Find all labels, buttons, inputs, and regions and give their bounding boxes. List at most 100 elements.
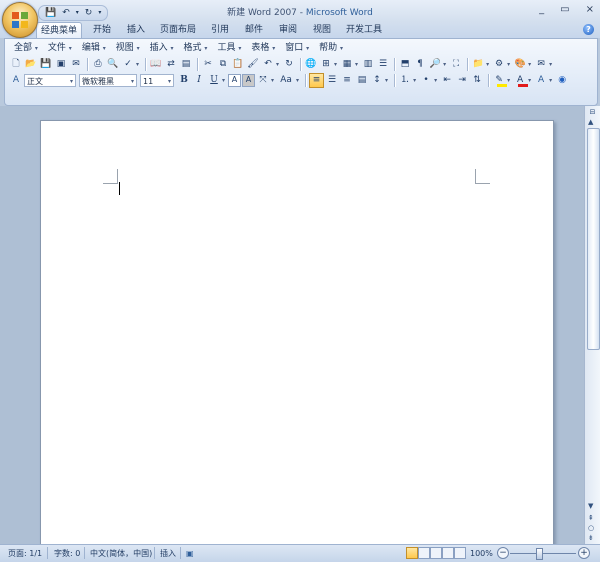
character-shading-button[interactable]: A bbox=[242, 73, 256, 87]
menu-file[interactable]: 文件 ▾ bbox=[43, 41, 77, 55]
chevron-down-icon[interactable]: ▾ bbox=[222, 77, 225, 84]
folder-icon[interactable]: 📁 bbox=[471, 57, 485, 71]
help-icon[interactable]: ? bbox=[583, 24, 594, 35]
style-select[interactable]: 正文 ▾ bbox=[24, 73, 76, 87]
permission-icon[interactable]: ▣ bbox=[54, 57, 68, 71]
email-icon[interactable]: ✉ bbox=[69, 57, 83, 71]
underline-button[interactable]: U bbox=[207, 73, 221, 87]
language-indicator[interactable]: 中文(简体，中国) bbox=[90, 548, 152, 559]
font-select[interactable]: 微软雅黑 ▾ bbox=[79, 73, 137, 87]
chevron-down-icon[interactable]: ▾ bbox=[486, 61, 489, 68]
show-hide-icon[interactable]: ¶ bbox=[413, 57, 427, 71]
open-folder-icon[interactable]: 📂 bbox=[24, 57, 38, 71]
zoom-icon[interactable]: 🔎 bbox=[428, 57, 442, 71]
menu-insert[interactable]: 插入 ▾ bbox=[145, 41, 179, 55]
tab-review[interactable]: 审阅 bbox=[274, 23, 302, 37]
menu-all[interactable]: 全部 ▾ bbox=[9, 41, 43, 55]
copy-icon[interactable]: ⧉ bbox=[216, 57, 230, 71]
print-icon[interactable]: ⎙ bbox=[91, 57, 105, 71]
character-scaling-icon[interactable]: ⤧ bbox=[256, 73, 270, 87]
tab-mailings[interactable]: 邮件 bbox=[240, 23, 268, 37]
chevron-down-icon[interactable]: ▾ bbox=[413, 77, 416, 84]
scroll-thumb[interactable] bbox=[587, 128, 600, 350]
align-left-icon[interactable]: ≡ bbox=[309, 72, 325, 88]
line-spacing-icon[interactable]: ↕ bbox=[370, 73, 384, 87]
close-button[interactable]: × bbox=[586, 4, 594, 15]
columns-icon[interactable]: ▥ bbox=[361, 57, 375, 71]
word-count[interactable]: 字数: 0 bbox=[54, 548, 80, 559]
insert-table-icon[interactable]: ⊞ bbox=[319, 57, 333, 71]
undo-icon[interactable]: ↶ bbox=[261, 57, 275, 71]
menu-help[interactable]: 帮助 ▾ bbox=[314, 41, 348, 55]
decrease-indent-icon[interactable]: ⇤ bbox=[440, 73, 454, 87]
print-layout-view-button[interactable] bbox=[406, 547, 418, 559]
drawing-icon[interactable]: ⬒ bbox=[398, 57, 412, 71]
restore-button[interactable]: ▭ bbox=[560, 4, 569, 15]
research-icon[interactable]: 📖 bbox=[149, 57, 163, 71]
draft-view-button[interactable] bbox=[454, 547, 466, 559]
minimize-button[interactable]: _ bbox=[539, 4, 544, 15]
menu-view[interactable]: 视图 ▾ bbox=[111, 41, 145, 55]
spelling-icon[interactable]: ✓ bbox=[121, 57, 135, 71]
full-screen-reading-view-button[interactable] bbox=[418, 547, 430, 559]
table-draw-icon[interactable]: ▦ bbox=[340, 57, 354, 71]
new-document-icon[interactable]: 🗋 bbox=[9, 57, 23, 71]
chevron-down-icon[interactable]: ▾ bbox=[434, 77, 437, 84]
bold-button[interactable]: B bbox=[177, 73, 191, 87]
font-size-select[interactable]: 11 ▾ bbox=[140, 73, 174, 87]
tab-references[interactable]: 引用 bbox=[206, 23, 234, 37]
zoom-in-button[interactable]: + bbox=[578, 547, 590, 559]
help-circle-icon[interactable]: ◉ bbox=[555, 73, 569, 87]
document-page[interactable] bbox=[40, 120, 554, 544]
chevron-down-icon[interactable]: ▾ bbox=[443, 61, 446, 68]
page-count[interactable]: 页面: 1/1 bbox=[8, 548, 42, 559]
chevron-down-icon[interactable]: ▾ bbox=[271, 77, 274, 84]
styles-icon[interactable]: A bbox=[9, 73, 23, 87]
print-preview-icon[interactable]: 🔍 bbox=[106, 57, 120, 71]
tab-home[interactable]: 开始 bbox=[88, 23, 116, 37]
zoom-slider-track[interactable] bbox=[510, 553, 576, 554]
web-layout-view-button[interactable] bbox=[430, 547, 442, 559]
translate-icon[interactable]: ⇄ bbox=[164, 57, 178, 71]
chevron-down-icon[interactable]: ▾ bbox=[276, 61, 279, 68]
browse-object-icon[interactable]: ○ bbox=[588, 524, 594, 532]
insert-mode[interactable]: 插入 bbox=[160, 548, 176, 559]
menu-tools[interactable]: 工具 ▾ bbox=[212, 41, 246, 55]
character-border-button[interactable]: A bbox=[228, 73, 242, 87]
redo-icon[interactable]: ↻ bbox=[282, 57, 296, 71]
chevron-down-icon[interactable]: ▾ bbox=[385, 77, 388, 84]
office-button[interactable] bbox=[2, 2, 38, 38]
theme-icon[interactable]: 🎨 bbox=[513, 57, 527, 71]
chevron-down-icon[interactable]: ▾ bbox=[528, 77, 531, 84]
previous-page-icon[interactable]: ⇞ bbox=[588, 514, 594, 522]
bullets-icon[interactable]: • bbox=[419, 73, 433, 87]
chevron-down-icon[interactable]: ▾ bbox=[296, 77, 299, 84]
next-page-icon[interactable]: ⇟ bbox=[588, 534, 594, 542]
increase-indent-icon[interactable]: ⇥ bbox=[455, 73, 469, 87]
justify-icon[interactable]: ▤ bbox=[355, 73, 369, 87]
tab-insert[interactable]: 插入 bbox=[122, 23, 150, 37]
full-screen-icon[interactable]: ⛶ bbox=[449, 57, 463, 71]
settings-icon[interactable]: ⚙ bbox=[492, 57, 506, 71]
text-box-icon[interactable]: ☰ bbox=[376, 57, 390, 71]
change-case-button[interactable]: Aa bbox=[277, 73, 295, 87]
menu-window[interactable]: 窗口 ▾ bbox=[280, 41, 314, 55]
text-effects-icon[interactable]: A bbox=[534, 73, 548, 87]
chevron-down-icon[interactable]: ▾ bbox=[528, 61, 531, 68]
align-center-icon[interactable]: ☰ bbox=[325, 73, 339, 87]
chevron-down-icon[interactable]: ▾ bbox=[549, 61, 552, 68]
zoom-slider-knob[interactable] bbox=[536, 548, 543, 560]
tab-page-layout[interactable]: 页面布局 bbox=[156, 23, 200, 37]
mail-merge-icon[interactable]: ✉ bbox=[534, 57, 548, 71]
chevron-down-icon[interactable]: ▾ bbox=[355, 61, 358, 68]
cut-icon[interactable]: ✂ bbox=[201, 57, 215, 71]
tab-view[interactable]: 视图 bbox=[308, 23, 336, 37]
align-right-icon[interactable]: ≡ bbox=[340, 73, 354, 87]
menu-edit[interactable]: 编辑 ▾ bbox=[77, 41, 111, 55]
tab-developer[interactable]: 开发工具 bbox=[342, 23, 386, 37]
numbering-icon[interactable]: ⒈ bbox=[398, 73, 412, 87]
chevron-down-icon[interactable]: ▾ bbox=[507, 77, 510, 84]
tab-classic-menu[interactable]: 经典菜单 bbox=[36, 22, 82, 39]
chevron-down-icon[interactable]: ▾ bbox=[334, 61, 337, 68]
zoom-out-button[interactable]: − bbox=[497, 547, 509, 559]
